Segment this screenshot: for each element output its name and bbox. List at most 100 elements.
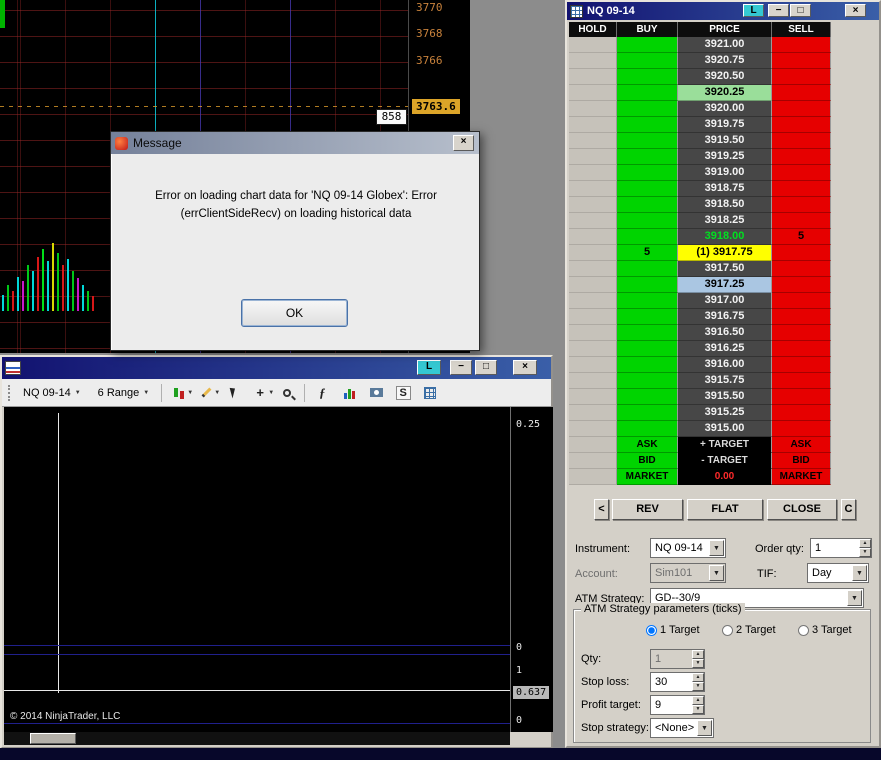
hold-cell[interactable] [569,325,617,341]
buy-cell[interactable] [617,261,678,277]
drawing-tools-icon[interactable]: ▼ [196,383,220,403]
hold-cell[interactable] [569,341,617,357]
buy-cell[interactable]: 5 [617,245,678,261]
maximize-icon[interactable]: □ [790,4,811,17]
hold-cell[interactable] [569,165,617,181]
price-cell[interactable]: 3916.00 [678,357,772,373]
sell-cell[interactable] [772,261,831,277]
hold-cell[interactable] [569,437,617,453]
hold-cell[interactable] [569,37,617,53]
sell-cell[interactable] [772,165,831,181]
buy-cell[interactable] [617,53,678,69]
flatten-button[interactable]: FLAT [687,499,763,520]
price-cell[interactable]: - TARGET [678,453,772,469]
link-button[interactable]: L [417,360,441,375]
crosshair-icon[interactable]: + ▼ [250,383,274,403]
price-cell[interactable]: 0.00 [678,469,772,485]
stop-loss-field[interactable]: ▲▼ [650,672,705,692]
sell-cell[interactable] [772,277,831,293]
hold-cell[interactable] [569,293,617,309]
sell-cell[interactable] [772,293,831,309]
pointer-icon[interactable] [223,383,243,403]
strategies-button[interactable]: S [393,383,413,403]
buy-cell[interactable] [617,325,678,341]
close-icon[interactable]: × [845,4,866,17]
close-icon[interactable]: × [513,360,537,375]
sell-cell[interactable] [772,389,831,405]
sell-cell[interactable] [772,101,831,117]
sell-cell[interactable]: MARKET [772,469,831,485]
sell-cell[interactable] [772,133,831,149]
radio-input[interactable] [798,624,809,636]
zoom-icon[interactable] [277,383,297,403]
ok-button[interactable]: OK [241,299,348,327]
buy-cell[interactable] [617,213,678,229]
chart-price-axis[interactable]: 0.25 0 1 0.637 0 [510,407,553,732]
spinner-down-icon[interactable]: ▼ [692,705,704,714]
hold-cell[interactable] [569,53,617,69]
hold-cell[interactable] [569,277,617,293]
buy-cell[interactable]: ASK [617,437,678,453]
price-cell[interactable]: 3917.00 [678,293,772,309]
buy-cell[interactable] [617,101,678,117]
sell-cell[interactable] [772,421,831,437]
chart-style-icon[interactable]: ▼ [169,383,193,403]
sell-cell[interactable]: ASK [772,437,831,453]
hold-cell[interactable] [569,229,617,245]
spinner-up-icon[interactable]: ▲ [859,539,871,548]
price-cell[interactable]: 3918.75 [678,181,772,197]
price-cell[interactable]: 3920.50 [678,69,772,85]
chevron-down-icon[interactable]: ▼ [697,720,712,736]
buy-cell[interactable] [617,277,678,293]
snapshot-icon[interactable] [366,383,386,403]
scroll-left-button[interactable]: < [594,499,609,520]
spinner-down-icon[interactable]: ▼ [692,682,704,691]
hold-cell[interactable] [569,261,617,277]
maximize-icon[interactable]: □ [475,360,497,375]
hold-cell[interactable] [569,357,617,373]
hold-cell[interactable] [569,245,617,261]
hold-cell[interactable] [569,421,617,437]
hold-cell[interactable] [569,69,617,85]
sell-cell[interactable] [772,213,831,229]
sell-cell[interactable] [772,405,831,421]
price-cell[interactable]: 3920.00 [678,101,772,117]
radio-1-target[interactable]: 1 Target [646,624,700,636]
buy-cell[interactable]: BID [617,453,678,469]
buy-cell[interactable] [617,229,678,245]
sell-cell[interactable] [772,325,831,341]
instrument-dropdown[interactable]: NQ 09-14 ▼ [18,384,86,402]
indicators-icon[interactable]: ƒ [312,383,332,403]
hold-cell[interactable] [569,149,617,165]
price-cell[interactable]: 3919.50 [678,133,772,149]
sell-cell[interactable] [772,181,831,197]
buy-cell[interactable] [617,85,678,101]
radio-input[interactable] [722,624,733,636]
buy-cell[interactable] [617,373,678,389]
buy-cell[interactable] [617,421,678,437]
price-cell[interactable]: 3919.75 [678,117,772,133]
price-cell[interactable]: 3916.75 [678,309,772,325]
sell-cell[interactable] [772,245,831,261]
grid-icon[interactable] [420,383,440,403]
superdom-titlebar[interactable]: NQ 09-14 L − □ × [567,2,879,20]
chart-titlebar[interactable]: L − □ × [2,357,551,379]
buy-cell[interactable] [617,341,678,357]
price-cell[interactable]: 3917.25 [678,277,772,293]
buy-cell[interactable] [617,309,678,325]
price-cell[interactable]: 3918.50 [678,197,772,213]
toolbar-grip-icon[interactable] [8,384,11,401]
tif-select[interactable]: Day ▼ [807,563,869,583]
buy-cell[interactable] [617,293,678,309]
price-cell[interactable]: 3916.25 [678,341,772,357]
price-cell[interactable]: 3917.50 [678,261,772,277]
spinner-up-icon[interactable]: ▲ [692,673,704,682]
buy-cell[interactable] [617,181,678,197]
price-cell[interactable]: 3915.50 [678,389,772,405]
hold-cell[interactable] [569,101,617,117]
data-series-icon[interactable] [339,383,359,403]
price-cell[interactable]: 3915.75 [678,373,772,389]
link-button[interactable]: L [743,4,764,17]
sell-cell[interactable]: BID [772,453,831,469]
price-cell[interactable]: 3921.00 [678,37,772,53]
